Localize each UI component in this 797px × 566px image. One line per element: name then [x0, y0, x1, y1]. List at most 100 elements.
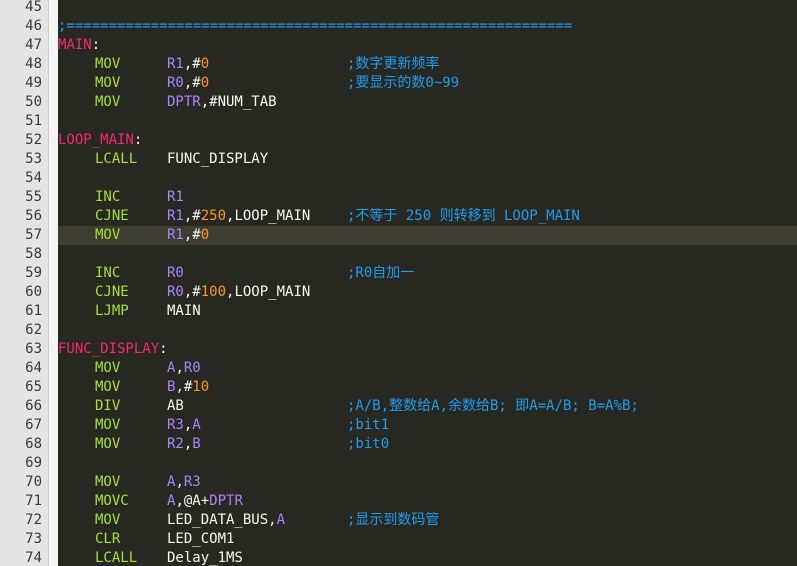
code-instruction: MOV [95, 379, 121, 395]
code-token: R1 [167, 189, 184, 205]
code-line[interactable]: 65 MOV B,#10 [25, 378, 797, 397]
line-number: 46 [25, 18, 42, 34]
code-token: ,#NUM_TAB [200, 94, 277, 110]
line-number: 48 [25, 56, 42, 72]
code-instruction: CLR [95, 531, 121, 547]
code-token: R3 [183, 474, 201, 490]
code-token: R0 [167, 265, 184, 281]
code-operands: R0,#100,LOOP_MAIN [167, 283, 310, 302]
code-token: R1 [167, 208, 184, 224]
code-line[interactable]: 57 MOV R1,#0 [25, 226, 797, 245]
line-number: 66 [25, 398, 42, 414]
code-line[interactable]: 72 MOV LED_DATA_BUS,A ;显示到数码管 [25, 511, 797, 530]
line-number: 47 [25, 37, 42, 53]
code-instruction: DIV [95, 398, 121, 414]
code-comment: ;bit1 [347, 417, 390, 433]
line-number: 54 [25, 170, 42, 186]
line-number: 49 [25, 75, 42, 91]
code-line[interactable]: 74 LCALL Delay_1MS [25, 549, 797, 566]
code-line[interactable]: 51 [25, 112, 797, 131]
code-token: 0 [200, 75, 210, 91]
line-number: 60 [25, 284, 42, 300]
code-line[interactable]: 70 MOV A,R3 [25, 473, 797, 492]
code-token: , [268, 512, 277, 528]
line-number: 65 [25, 379, 42, 395]
code-label: FUNC_DISPLAY [58, 341, 160, 357]
line-number: 45 [25, 0, 42, 15]
code-instruction: CJNE [95, 208, 129, 224]
code-label: LOOP_MAIN [58, 132, 134, 148]
code-line[interactable]: 63 FUNC_DISPLAY: [25, 340, 797, 359]
code-line[interactable]: 49 MOV R0,#0 ;要显示的数0~99 [25, 74, 797, 93]
code-line[interactable]: 55 INC R1 [25, 188, 797, 207]
code-instruction: MOV [95, 512, 121, 528]
code-instruction: CJNE [95, 284, 129, 300]
code-comment: ;=======================================… [58, 18, 573, 34]
code-operands: MAIN [167, 302, 201, 321]
code-line[interactable]: 48 MOV R1,#0 ;数字更新频率 [25, 55, 797, 74]
line-number: 61 [25, 303, 42, 319]
code-token: , [175, 360, 184, 376]
code-line[interactable]: 69 [25, 454, 797, 473]
line-number: 68 [25, 436, 42, 452]
code-line[interactable]: 62 [25, 321, 797, 340]
line-number: 72 [25, 512, 42, 528]
code-token: 250 [200, 208, 227, 224]
code-token: R1 [167, 56, 184, 72]
line-number: 59 [25, 265, 42, 281]
code-instruction: MOV [95, 56, 121, 72]
line-number: 67 [25, 417, 42, 433]
code-line[interactable]: 54 [25, 169, 797, 188]
code-line[interactable]: 64 MOV A,R0 [25, 359, 797, 378]
code-line[interactable]: 67 MOV R3,A ;bit1 [25, 416, 797, 435]
code-comment: ;数字更新频率 [347, 56, 440, 72]
code-line[interactable]: 50 MOV DPTR,#NUM_TAB [25, 93, 797, 112]
code-line[interactable]: 56 CJNE R1,#250,LOOP_MAIN ;不等于 250 则转移到 LOO… [25, 207, 797, 226]
code-operands: A,R0 [167, 359, 201, 378]
code-line[interactable]: 53 LCALL FUNC_DISPLAY [25, 150, 797, 169]
code-comment: ;bit0 [347, 436, 390, 452]
code-token: ,LOOP_MAIN [226, 284, 311, 300]
code-operands: R0,#0 [167, 74, 209, 93]
code-label: MAIN [58, 37, 92, 53]
code-line[interactable]: 52 LOOP_MAIN: [25, 131, 797, 150]
code-token: R0 [183, 360, 201, 376]
code-operands: R1,#0 [167, 55, 209, 74]
code-instruction: MOV [95, 417, 121, 433]
code-line[interactable]: 45 [25, 0, 797, 17]
code-operands: B,#10 [167, 378, 209, 397]
code-line[interactable]: 73 CLR LED_COM1 [25, 530, 797, 549]
code-token: AB [167, 398, 184, 414]
code-line[interactable]: 61 LJMP MAIN [25, 302, 797, 321]
code-editor[interactable]: 45 46 ;===================================… [0, 0, 797, 566]
code-text: MAIN: [58, 36, 100, 55]
line-number: 52 [25, 132, 42, 148]
code-instruction: LCALL [95, 550, 138, 566]
code-line[interactable]: 68 MOV R2,B ;bit0 [25, 435, 797, 454]
code-area[interactable]: 45 46 ;===================================… [25, 0, 797, 566]
code-token: : [159, 341, 168, 357]
code-text: LOOP_MAIN: [58, 131, 142, 150]
code-instruction: MOV [95, 75, 121, 91]
code-token: ,# [183, 208, 201, 224]
code-line[interactable]: 59 INC R0 ;R0自加一 [25, 264, 797, 283]
code-instruction: LCALL [95, 151, 138, 167]
code-line[interactable]: 46 ;=====================================… [25, 17, 797, 36]
code-operands: A,R3 [167, 473, 201, 492]
line-number: 62 [25, 322, 42, 338]
code-operands: Delay_1MS [167, 549, 243, 566]
code-line[interactable]: 71 MOVC A,@A+DPTR [25, 492, 797, 511]
code-instruction: MOV [95, 360, 121, 376]
code-token: B [192, 436, 201, 452]
code-line[interactable]: 66 DIV AB ;A/B,整数给A,余数给B; 即A=A/B; B=A%B; [25, 397, 797, 416]
code-line[interactable]: 60 CJNE R0,#100,LOOP_MAIN [25, 283, 797, 302]
code-instruction: INC [95, 189, 121, 205]
code-token: DPTR [167, 94, 201, 110]
line-number: 64 [25, 360, 42, 376]
code-operands: AB [167, 397, 184, 416]
code-operands: R3,A [167, 416, 201, 435]
code-line[interactable]: 58 [25, 245, 797, 264]
code-token: ,LOOP_MAIN [226, 208, 311, 224]
line-number: 69 [25, 455, 42, 471]
code-line[interactable]: 47 MAIN: [25, 36, 797, 55]
